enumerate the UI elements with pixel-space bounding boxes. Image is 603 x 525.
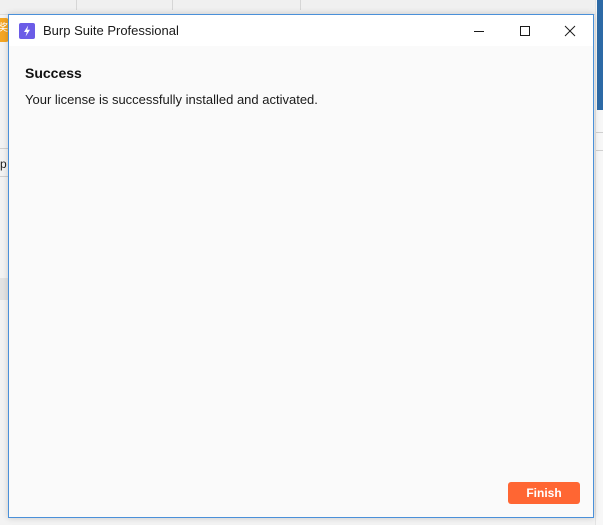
close-button[interactable] xyxy=(547,15,593,46)
minimize-button[interactable] xyxy=(456,15,502,46)
toolbar-separator xyxy=(300,0,301,10)
title-bar[interactable]: Burp Suite Professional xyxy=(9,15,593,46)
maximize-button[interactable] xyxy=(502,15,548,46)
success-message: Your license is successfully installed a… xyxy=(25,92,318,107)
toolbar-separator xyxy=(76,0,77,10)
finish-button[interactable]: Finish xyxy=(508,482,580,504)
background-toolbar xyxy=(0,0,603,15)
background-divider xyxy=(596,150,603,151)
minimize-icon xyxy=(474,30,484,32)
toolbar-separator xyxy=(172,0,173,10)
window-title: Burp Suite Professional xyxy=(43,23,179,38)
dialog-content: Success Your license is successfully ins… xyxy=(9,46,593,517)
burp-lightning-icon xyxy=(19,23,35,39)
background-orange-tab-text: 奖 xyxy=(0,23,8,34)
background-right-accent xyxy=(597,0,603,110)
maximize-icon xyxy=(520,25,530,36)
success-heading: Success xyxy=(25,65,82,81)
license-dialog: Burp Suite Professional Success Your lic… xyxy=(8,14,594,518)
close-icon xyxy=(564,25,576,36)
background-divider xyxy=(596,132,603,133)
